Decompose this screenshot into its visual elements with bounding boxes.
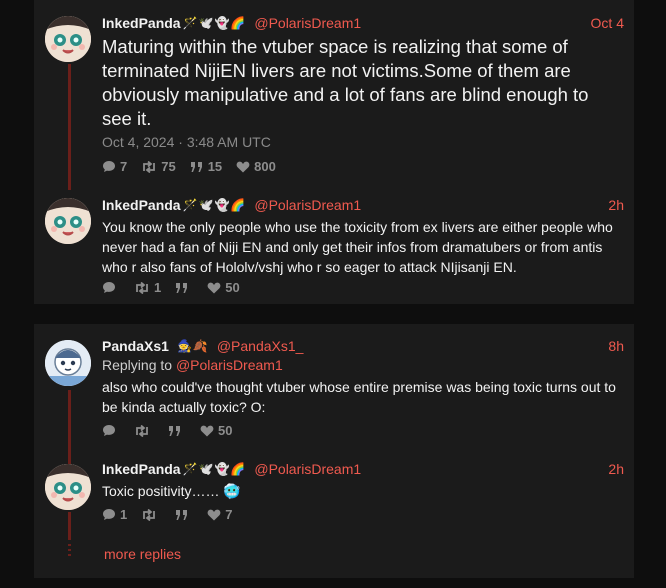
post-header: PandaXs1 🧙🍂 @PandaXs1_ 8h: [102, 336, 624, 356]
user-handle[interactable]: @PolarisDream1: [254, 197, 361, 213]
like-count: 50: [225, 280, 240, 295]
reply-count: 7: [120, 159, 128, 174]
quote-icon: [169, 425, 180, 436]
user-handle[interactable]: @PolarisDream1: [254, 461, 361, 477]
quote-count: 15: [207, 159, 223, 174]
replying-to: Replying to @PolarisDream1: [102, 357, 283, 373]
like-count: 800: [254, 159, 276, 174]
tweet-stats: 7 75 15 800: [102, 159, 290, 174]
retweet-button[interactable]: 1: [134, 280, 161, 295]
like-button[interactable]: 50: [200, 423, 232, 438]
replying-to-handle[interactable]: @PolarisDream1: [176, 357, 283, 373]
tweet-text: Maturing within the vtuber space is real…: [102, 36, 589, 129]
reply-button[interactable]: [102, 281, 120, 294]
reply-header: InkedPanda 🪄🕊️👻🌈 @PolarisDream1 2h: [102, 459, 624, 479]
replying-to-label: Replying to: [102, 357, 173, 373]
more-replies-link[interactable]: more replies: [104, 546, 181, 562]
post-time[interactable]: 2h: [608, 461, 624, 477]
tweet-stats: 1 50: [102, 280, 254, 295]
post-time[interactable]: Oct 4: [591, 15, 624, 31]
display-name[interactable]: InkedPanda: [102, 461, 181, 477]
pandaxs1-avatar-icon: [45, 340, 91, 386]
retweet-count: 75: [161, 159, 176, 174]
like-button[interactable]: 7: [207, 507, 232, 522]
quote-icon: [176, 509, 188, 520]
panda-avatar-icon: [45, 464, 91, 510]
heart-icon: [207, 509, 221, 520]
heart-icon: [236, 161, 250, 172]
name-emojis: 🪄🕊️👻🌈: [182, 198, 247, 212]
thread-line: [68, 64, 71, 190]
user-handle[interactable]: @PolarisDream1: [254, 15, 361, 31]
avatar[interactable]: [45, 16, 91, 62]
avatar[interactable]: [45, 340, 91, 386]
avatar[interactable]: [45, 198, 91, 244]
post-time[interactable]: 8h: [608, 338, 624, 354]
display-name[interactable]: InkedPanda: [102, 15, 181, 31]
quote-button[interactable]: 15: [190, 159, 222, 174]
user-handle[interactable]: @PandaXs1_: [217, 338, 304, 354]
thread-line: [68, 512, 71, 540]
display-name[interactable]: InkedPanda: [102, 197, 181, 213]
quote-icon: [190, 161, 202, 172]
quote-icon: [176, 282, 188, 293]
comment-icon: [103, 509, 115, 520]
thread-line: [68, 390, 71, 464]
tweet-text: Toxic positivity…… 🥶: [102, 483, 241, 499]
retweet-icon: [143, 160, 156, 173]
reply-count: 1: [120, 507, 128, 522]
post-header: InkedPanda 🪄🕊️👻🌈 @PolarisDream1 Oct 4: [102, 13, 624, 33]
more-replies-dots: [68, 544, 71, 559]
reply-button[interactable]: [102, 424, 120, 437]
tweet-text: You know the only people who use the tox…: [102, 219, 613, 275]
retweet-count: 1: [154, 280, 162, 295]
panda-avatar-icon: [45, 198, 91, 244]
quote-button[interactable]: [175, 282, 193, 294]
comment-icon: [103, 282, 115, 293]
tweet-stats: 1 7: [102, 507, 246, 522]
retweet-icon: [136, 424, 148, 437]
tweet-text: also who could've thought vtuber whose e…: [102, 379, 616, 415]
retweet-button[interactable]: [141, 508, 161, 521]
comment-icon: [103, 425, 115, 436]
quote-button[interactable]: [175, 509, 193, 521]
quote-button[interactable]: [168, 425, 186, 437]
name-emojis: 🪄🕊️👻🌈: [182, 462, 247, 476]
name-emojis: 🪄🕊️👻🌈: [182, 16, 247, 30]
reply-button[interactable]: 7: [102, 159, 127, 174]
retweet-icon: [136, 281, 148, 294]
retweet-button[interactable]: 75: [141, 159, 176, 174]
heart-icon: [207, 282, 221, 293]
heart-icon: [200, 425, 214, 436]
comment-icon: [103, 161, 115, 172]
display-name[interactable]: PandaXs1: [102, 338, 169, 354]
thread-card-1: InkedPanda 🪄🕊️👻🌈 @PolarisDream1 Oct 4 Ma…: [34, 0, 634, 304]
name-emojis: 🧙🍂: [176, 339, 209, 353]
like-count: 7: [225, 507, 233, 522]
tweet-stats: 50: [102, 423, 246, 438]
like-count: 50: [218, 423, 233, 438]
like-button[interactable]: 50: [207, 280, 240, 295]
thread-card-2: PandaXs1 🧙🍂 @PandaXs1_ 8h Replying to @P…: [34, 324, 634, 578]
retweet-button[interactable]: [134, 424, 154, 437]
retweet-icon: [143, 508, 156, 521]
reply-button[interactable]: 1: [102, 507, 127, 522]
avatar[interactable]: [45, 464, 91, 510]
like-button[interactable]: 800: [236, 159, 276, 174]
post-time[interactable]: 2h: [608, 197, 624, 213]
reply-header: InkedPanda 🪄🕊️👻🌈 @PolarisDream1 2h: [102, 195, 624, 215]
post-timestamp[interactable]: Oct 4, 2024 · 3:48 AM UTC: [102, 134, 271, 150]
panda-avatar-icon: [45, 16, 91, 62]
